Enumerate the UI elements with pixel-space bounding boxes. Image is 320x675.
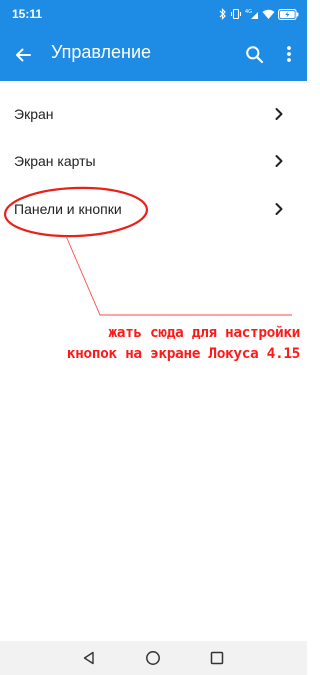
menu-item-panels-buttons[interactable]: Панели и кнопки <box>0 187 307 233</box>
nav-back-button[interactable] <box>77 647 101 669</box>
menu-item-screen[interactable]: Экран <box>0 92 307 138</box>
search-icon <box>245 45 263 63</box>
back-button[interactable] <box>10 42 36 68</box>
nav-recents-button[interactable] <box>205 647 229 669</box>
back-arrow-icon <box>16 48 31 62</box>
page-title: Управление <box>51 42 152 62</box>
nav-home-icon <box>146 651 160 665</box>
system-nav-bar <box>0 641 307 675</box>
toolbar: Управление <box>0 28 307 81</box>
signal-4g-icon: 4G <box>245 9 258 19</box>
status-bar: 15:11 4G <box>0 0 307 28</box>
menu-item-map-screen[interactable]: Экран карты <box>0 139 307 185</box>
bluetooth-icon <box>219 8 226 20</box>
wifi-icon <box>262 9 275 19</box>
chevron-right-icon <box>275 203 283 215</box>
search-button[interactable] <box>241 41 267 67</box>
chevron-right-icon <box>275 155 283 167</box>
menu-item-label: Панели и кнопки <box>14 201 122 217</box>
nav-back-icon <box>83 651 94 665</box>
chevron-right-icon <box>275 108 283 120</box>
battery-charging-icon <box>278 8 299 20</box>
menu-item-label: Экран <box>14 106 54 122</box>
vibrate-icon <box>230 8 242 20</box>
more-vert-icon <box>287 46 291 62</box>
menu-item-label: Экран карты <box>14 153 96 169</box>
annotation-text-line-2: кнопок на экране Локуса 4.15 <box>66 346 301 362</box>
nav-home-button[interactable] <box>141 647 165 669</box>
status-time: 15:11 <box>12 7 43 21</box>
svg-text:4G: 4G <box>245 9 252 15</box>
more-options-button[interactable] <box>280 41 298 67</box>
status-icons: 4G <box>219 7 299 21</box>
annotation-text-line-1: жать сюда для настройки <box>108 325 300 341</box>
app-bar: 15:11 4G Управление <box>0 0 307 81</box>
nav-recents-icon <box>210 651 224 665</box>
pointer-line <box>65 235 292 316</box>
